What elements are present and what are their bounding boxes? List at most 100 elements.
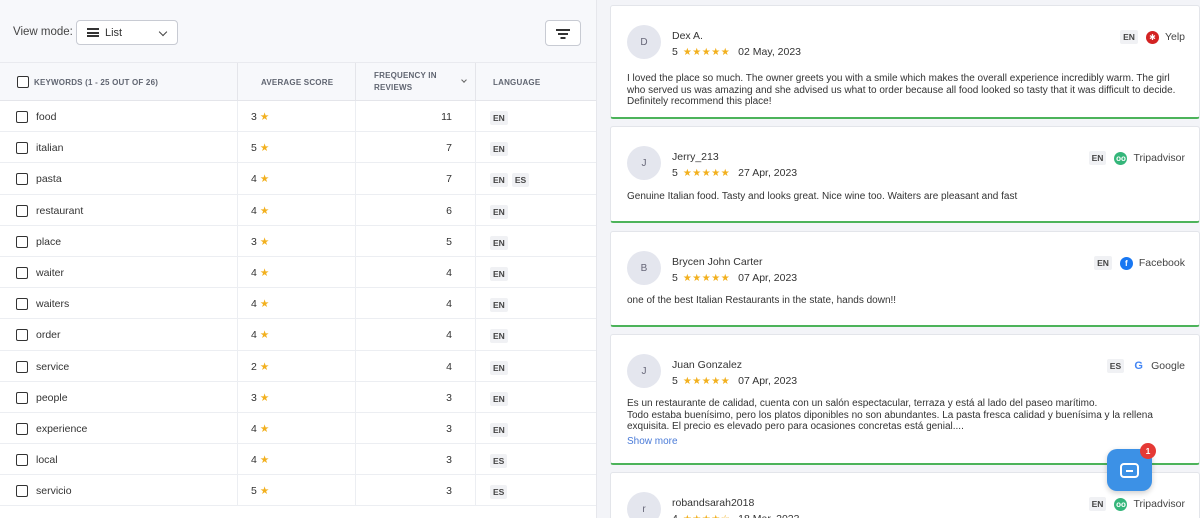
keywords-table-body: food 3 ★ 11 EN italian 5 ★ 7 EN pasta 4 ★ 7… (0, 101, 596, 507)
score-value: 3 (251, 111, 257, 123)
row-checkbox[interactable] (16, 391, 28, 404)
star-icon: ★ (259, 173, 270, 186)
language-badge: ES (1106, 359, 1125, 373)
keyword-text: service (36, 360, 70, 373)
show-more-link[interactable]: Show more (627, 436, 678, 447)
rating-value: 5 (672, 46, 678, 58)
star-rating-icon: ★★★★★ (682, 46, 731, 58)
frequency-value: 3 (446, 422, 452, 435)
table-row[interactable]: waiter 4 ★ 4 EN (0, 256, 596, 289)
row-checkbox[interactable] (16, 204, 28, 217)
header-average-score[interactable]: AVERAGE SCORE (237, 63, 355, 101)
keyword-text: waiter (36, 266, 65, 279)
star-icon: ★ (259, 360, 270, 373)
rating-value: 5 (672, 167, 678, 179)
review-card[interactable]: D Dex A. 5 ★★★★★ 02 May, 2023 EN ✱ Yelp … (610, 5, 1200, 119)
frequency-value: 3 (446, 454, 452, 467)
header-frequency-label: FREQUENCY IN REVIEWS (374, 70, 437, 94)
review-source: ES G Google (1106, 359, 1185, 373)
language-badge: EN (1088, 151, 1107, 165)
chat-notification-badge: 1 (1140, 443, 1156, 459)
keyword-text: waiters (36, 298, 70, 311)
row-checkbox[interactable] (16, 235, 28, 248)
source-name: Tripadvisor (1133, 152, 1185, 164)
review-card[interactable]: J Jerry_213 5 ★★★★★ 27 Apr, 2023 EN oo T… (610, 126, 1200, 223)
view-mode-value: List (105, 26, 123, 39)
review-source: EN oo Tripadvisor (1088, 151, 1185, 165)
select-all-checkbox[interactable] (17, 76, 29, 88)
review-card[interactable]: B Brycen John Carter 5 ★★★★★ 07 Apr, 202… (610, 231, 1200, 327)
table-row[interactable]: food 3 ★ 11 EN (0, 101, 596, 133)
language-list: EN (490, 329, 508, 344)
language-list: ES (490, 485, 508, 500)
row-checkbox[interactable] (16, 485, 28, 498)
table-row[interactable]: pasta 4 ★ 7 EN ES (0, 163, 596, 195)
table-row[interactable]: local 4 ★ 3 ES (0, 444, 596, 476)
row-checkbox[interactable] (16, 360, 28, 373)
filter-button[interactable] (545, 20, 581, 46)
star-icon: ★ (259, 454, 270, 467)
table-row[interactable]: restaurant 4 ★ 6 EN (0, 194, 596, 226)
row-checkbox[interactable] (16, 142, 28, 155)
average-score: 4 ★ (251, 423, 269, 435)
star-icon: ★ (259, 204, 270, 217)
table-row[interactable]: italian 5 ★ 7 EN (0, 132, 596, 164)
review-date: 18 Mar, 2023 (738, 513, 799, 518)
language-list: EN (490, 422, 508, 437)
table-row[interactable]: people 3 ★ 3 EN (0, 381, 596, 413)
review-date: 27 Apr, 2023 (738, 167, 798, 179)
row-checkbox[interactable] (16, 266, 28, 279)
view-mode-select[interactable]: List (76, 20, 178, 45)
review-text: I loved the place so much. The owner gre… (627, 73, 1176, 107)
language-list: EN (490, 111, 508, 125)
header-language: LANGUAGE (475, 63, 596, 101)
score-value: 4 (251, 454, 257, 467)
score-value: 4 (251, 298, 257, 311)
review-card[interactable]: J Juan Gonzalez 5 ★★★★★ 07 Apr, 2023 ES … (610, 334, 1200, 465)
header-frequency-line1: FREQUENCY IN (374, 71, 437, 80)
table-row[interactable]: order 4 ★ 4 EN (0, 319, 596, 351)
review-meta: 5 ★★★★★ 27 Apr, 2023 (672, 167, 797, 179)
score-value: 4 (251, 204, 257, 217)
row-checkbox[interactable] (16, 298, 28, 311)
row-checkbox[interactable] (16, 422, 28, 435)
frequency-value: 3 (446, 391, 452, 404)
language-badge: EN (490, 142, 508, 157)
sort-chevron-icon[interactable] (461, 77, 467, 83)
frequency-value: 11 (441, 111, 452, 123)
table-row[interactable]: waiters 4 ★ 4 EN (0, 288, 596, 320)
review-text: Genuine Italian food. Tasty and looks gr… (627, 191, 1018, 202)
keywords-toolbar: View mode: List (0, 0, 596, 63)
header-frequency[interactable]: FREQUENCY IN REVIEWS (355, 63, 475, 101)
avatar: J (627, 146, 661, 180)
language-list: EN (490, 360, 508, 375)
star-rating-icon: ★★★★★ (682, 272, 731, 284)
review-meta: 5 ★★★★★ 07 Apr, 2023 (672, 272, 797, 284)
star-icon: ★ (259, 485, 270, 498)
language-badge: EN (490, 235, 508, 250)
chevron-down-icon (158, 27, 168, 37)
star-icon: ★ (259, 391, 270, 404)
table-row[interactable]: place 3 ★ 5 EN (0, 225, 596, 257)
frequency-value: 7 (446, 142, 452, 155)
language-list: EN (490, 266, 508, 281)
language-list: EN ES (490, 173, 530, 188)
table-row[interactable]: service 2 ★ 4 EN (0, 350, 596, 382)
row-checkbox[interactable] (16, 329, 28, 342)
table-row[interactable]: experience 4 ★ 3 EN (0, 412, 596, 445)
row-checkbox[interactable] (16, 111, 28, 123)
row-checkbox[interactable] (16, 454, 28, 467)
table-row[interactable]: servicio 5 ★ 3 ES (0, 475, 596, 507)
source-name: Google (1151, 360, 1185, 372)
average-score: 4 ★ (251, 298, 269, 310)
language-badge: EN (490, 360, 508, 375)
review-text: Es un restaurante de calidad, cuenta con… (627, 398, 1153, 432)
source-name: Facebook (1138, 257, 1185, 269)
review-source: EN ✱ Yelp (1120, 30, 1185, 44)
header-language-label: LANGUAGE (493, 77, 541, 87)
row-checkbox[interactable] (16, 173, 28, 186)
review-source: EN oo Tripadvisor (1088, 497, 1185, 511)
star-icon: ★ (259, 266, 270, 279)
average-score: 4 ★ (251, 173, 269, 185)
facebook-icon: f (1119, 256, 1133, 270)
